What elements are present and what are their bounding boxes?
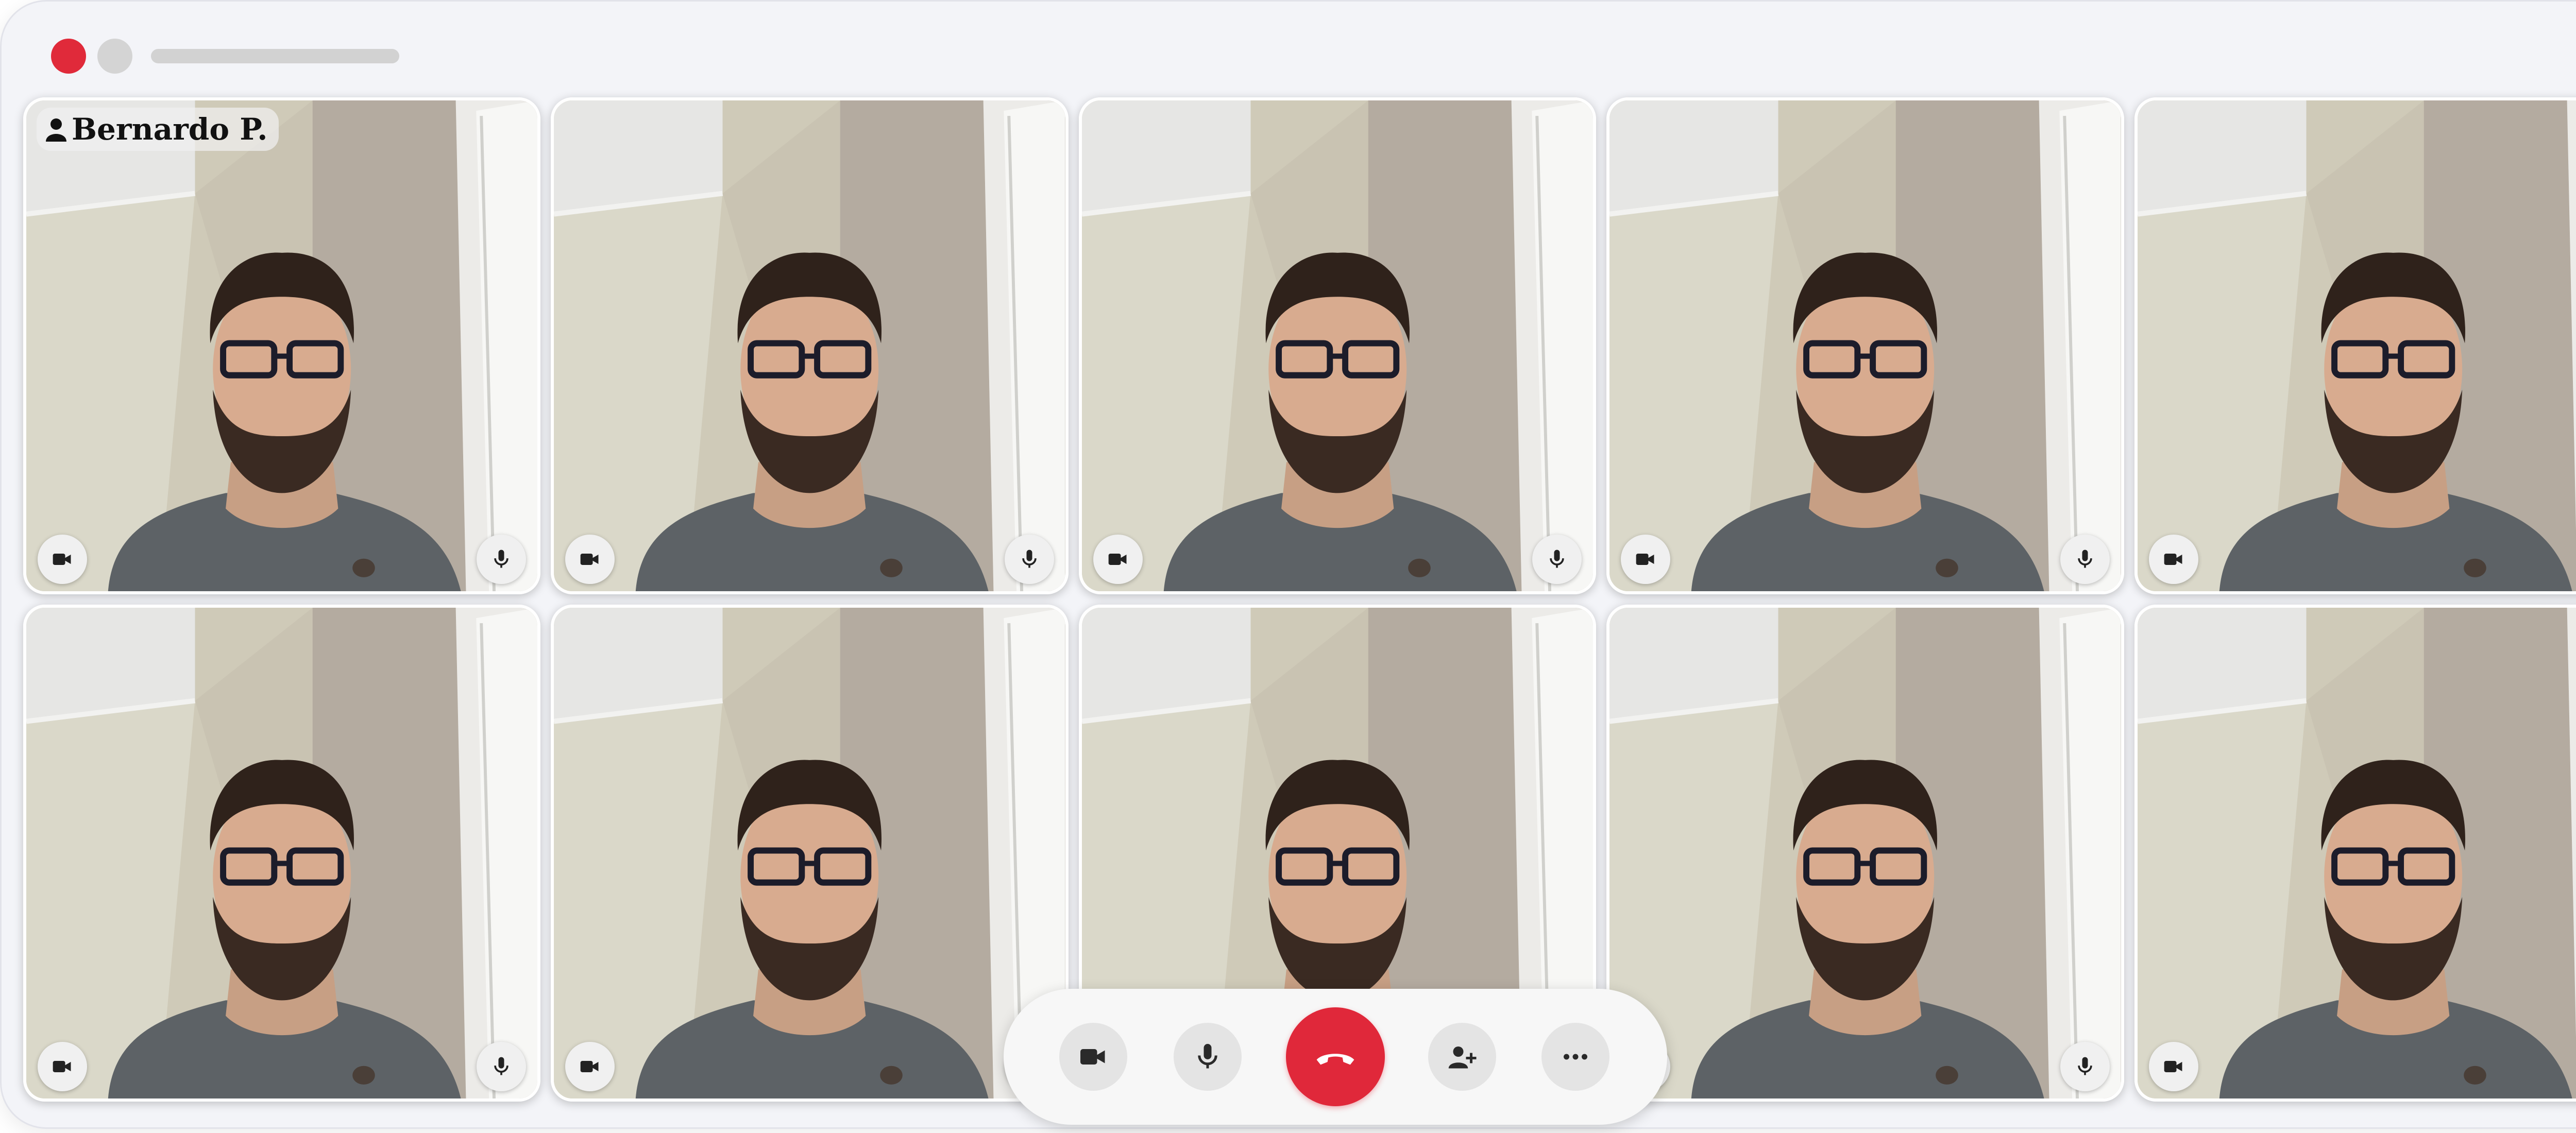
microphone-icon [1022, 550, 1037, 568]
participant-camera-button[interactable] [1093, 535, 1143, 584]
window-title [151, 49, 399, 63]
participant-tile[interactable] [2134, 97, 2576, 594]
participant-camera-button[interactable] [2148, 535, 2198, 584]
close-window-button[interactable] [51, 39, 86, 74]
participant-tile[interactable] [1606, 97, 2124, 594]
participant-microphone-button[interactable] [477, 1042, 527, 1091]
participant-camera-button[interactable] [2148, 1042, 2198, 1091]
title-bar [2, 2, 2576, 99]
toggle-microphone-button[interactable] [1174, 1023, 1242, 1091]
microphone-icon [2077, 1057, 2092, 1075]
video-camera-icon [53, 1061, 71, 1072]
hang-up-button[interactable] [1286, 1007, 1385, 1106]
video-camera-icon [1080, 1049, 1105, 1065]
toggle-camera-button[interactable] [1059, 1023, 1127, 1091]
more-options-icon [1564, 1054, 1587, 1060]
video-camera-icon [2164, 1061, 2182, 1072]
participant-tile[interactable] [551, 97, 1069, 594]
participant-tile[interactable] [1078, 97, 1597, 594]
participant-tile[interactable]: Bernardo P. [23, 97, 541, 594]
video-camera-icon [1636, 554, 1654, 565]
participant-microphone-button[interactable] [2060, 535, 2110, 584]
participant-microphone-button[interactable] [2060, 1042, 2110, 1091]
add-participant-button[interactable] [1428, 1023, 1496, 1091]
participant-tile[interactable] [2134, 605, 2576, 1102]
more-options-button[interactable] [1541, 1023, 1609, 1091]
minimize-window-button[interactable] [97, 39, 132, 74]
microphone-icon [494, 550, 509, 568]
add-person-icon [1448, 1046, 1477, 1069]
microphone-icon [1198, 1044, 1217, 1069]
microphone-icon [1550, 550, 1564, 568]
participant-video-feed [1081, 100, 1594, 591]
hang-up-phone-icon [1316, 1054, 1354, 1065]
participant-name-tag: Bernardo P. [37, 108, 279, 151]
participant-camera-button[interactable] [565, 1042, 615, 1091]
video-camera-icon [1108, 554, 1127, 565]
video-camera-icon [2164, 554, 2182, 565]
microphone-icon [2077, 550, 2092, 568]
participant-tile[interactable] [1606, 605, 2124, 1102]
participant-video-feed [1609, 608, 2121, 1098]
participant-microphone-button[interactable] [477, 535, 527, 584]
participant-microphone-button[interactable] [1532, 535, 1582, 584]
participant-camera-button[interactable] [565, 535, 615, 584]
video-camera-icon [581, 554, 599, 565]
participant-video-feed [26, 608, 538, 1098]
microphone-icon [494, 1057, 509, 1075]
participant-video-feed [26, 100, 538, 591]
participant-camera-button[interactable] [38, 1042, 87, 1091]
video-camera-icon [53, 554, 71, 565]
participant-video-feed [554, 608, 1065, 1098]
participant-camera-button[interactable] [1621, 535, 1671, 584]
participant-tile[interactable] [23, 605, 541, 1102]
user-icon [46, 118, 66, 142]
participant-tile[interactable] [551, 605, 1069, 1102]
participant-video-feed [554, 100, 1065, 591]
participant-name: Bernardo P. [72, 112, 268, 147]
participant-camera-button[interactable] [38, 535, 87, 584]
participant-video-feed [1609, 100, 2121, 591]
participant-video-feed [2137, 100, 2576, 591]
video-camera-icon [581, 1061, 599, 1072]
participant-video-feed [2137, 608, 2576, 1098]
call-controls-bar [1004, 989, 1667, 1125]
video-call-window: Bernardo P. [0, 0, 2576, 1129]
participant-grid: Bernardo P. [23, 97, 2576, 1102]
participant-microphone-button[interactable] [1004, 535, 1054, 584]
